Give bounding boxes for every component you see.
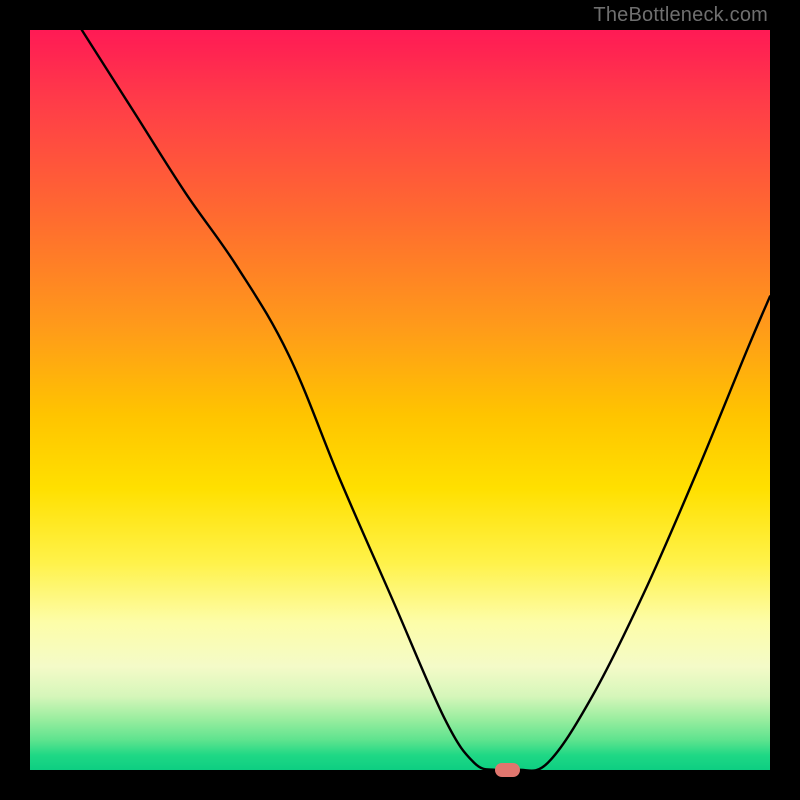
watermark-text: TheBottleneck.com <box>593 4 768 27</box>
optimal-marker <box>495 763 520 776</box>
plot-area <box>30 30 770 770</box>
bottleneck-curve <box>30 30 770 770</box>
chart-frame: TheBottleneck.com <box>0 0 800 800</box>
